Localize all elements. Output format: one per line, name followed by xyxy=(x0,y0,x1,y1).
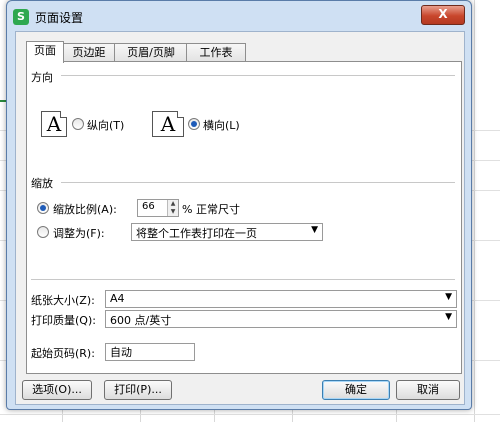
landscape-icon: A xyxy=(152,111,184,137)
portrait-radio[interactable] xyxy=(72,118,84,130)
scaling-group-label: 缩放 xyxy=(31,177,53,190)
page-setup-dialog: S 页面设置 X 页面 页边距 页眉/页脚 工作表 方向 A 纵向(T) A 横… xyxy=(6,0,472,410)
landscape-label[interactable]: 横向(L) xyxy=(203,117,240,133)
spinner-buttons[interactable]: ▲ ▼ xyxy=(167,200,178,216)
portrait-icon: A xyxy=(41,111,67,137)
first-page-field[interactable] xyxy=(106,344,194,360)
paper-size-value: A4 xyxy=(110,292,125,305)
portrait-label[interactable]: 纵向(T) xyxy=(87,117,124,133)
scale-suffix: % 正常尺寸 xyxy=(182,203,240,216)
tab-margins[interactable]: 页边距 xyxy=(62,43,116,62)
tab-panel-page: 方向 A 纵向(T) A 横向(L) 缩放 缩放比例(A): 66 ▲ ▼ % … xyxy=(26,61,462,374)
first-page-label: 起始页码(R): xyxy=(31,347,95,360)
divider xyxy=(61,75,455,77)
divider xyxy=(61,182,455,184)
scale-radio[interactable] xyxy=(37,202,49,214)
paper-size-label: 纸张大小(Z): xyxy=(31,294,95,307)
dialog-title: 页面设置 xyxy=(35,11,84,25)
grid-line xyxy=(474,0,475,422)
scale-value: 66 xyxy=(142,201,155,212)
fit-select[interactable]: 将整个工作表打印在一页 ▼ xyxy=(131,223,323,241)
tab-page[interactable]: 页面 xyxy=(26,41,64,63)
dropdown-arrow-icon: ▼ xyxy=(445,292,452,302)
divider xyxy=(31,279,455,281)
grid-line xyxy=(0,414,500,415)
ok-button[interactable]: 确定 xyxy=(322,380,390,400)
fit-select-value: 将整个工作表打印在一页 xyxy=(136,227,257,240)
scale-spinner[interactable]: 66 ▲ ▼ xyxy=(137,199,179,217)
first-page-input[interactable] xyxy=(105,343,195,361)
tab-sheet[interactable]: 工作表 xyxy=(186,43,246,62)
cancel-button[interactable]: 取消 xyxy=(396,380,460,400)
dialog-body: 页面 页边距 页眉/页脚 工作表 方向 A 纵向(T) A 横向(L) 缩放 缩… xyxy=(15,31,465,405)
scale-label[interactable]: 缩放比例(A): xyxy=(53,201,117,217)
dropdown-arrow-icon: ▼ xyxy=(445,312,452,322)
title-bar[interactable]: S 页面设置 X xyxy=(7,1,471,31)
orientation-group-label: 方向 xyxy=(31,71,53,84)
print-quality-label: 打印质量(Q): xyxy=(31,314,96,327)
options-button[interactable]: 选项(O)... xyxy=(22,380,92,400)
fit-label[interactable]: 调整为(F): xyxy=(53,225,105,241)
fit-radio[interactable] xyxy=(37,226,49,238)
wps-app-icon: S xyxy=(13,9,29,25)
print-quality-value: 600 点/英寸 xyxy=(110,314,172,327)
print-button[interactable]: 打印(P)... xyxy=(104,380,172,400)
paper-size-select[interactable]: A4 ▼ xyxy=(105,290,457,308)
close-button[interactable]: X xyxy=(421,5,465,25)
dropdown-arrow-icon: ▼ xyxy=(311,225,318,235)
landscape-radio[interactable] xyxy=(188,118,200,130)
spin-down-icon[interactable]: ▼ xyxy=(168,208,178,216)
spin-up-icon[interactable]: ▲ xyxy=(168,200,178,208)
tab-header-footer[interactable]: 页眉/页脚 xyxy=(114,43,188,62)
print-quality-select[interactable]: 600 点/英寸 ▼ xyxy=(105,310,457,328)
